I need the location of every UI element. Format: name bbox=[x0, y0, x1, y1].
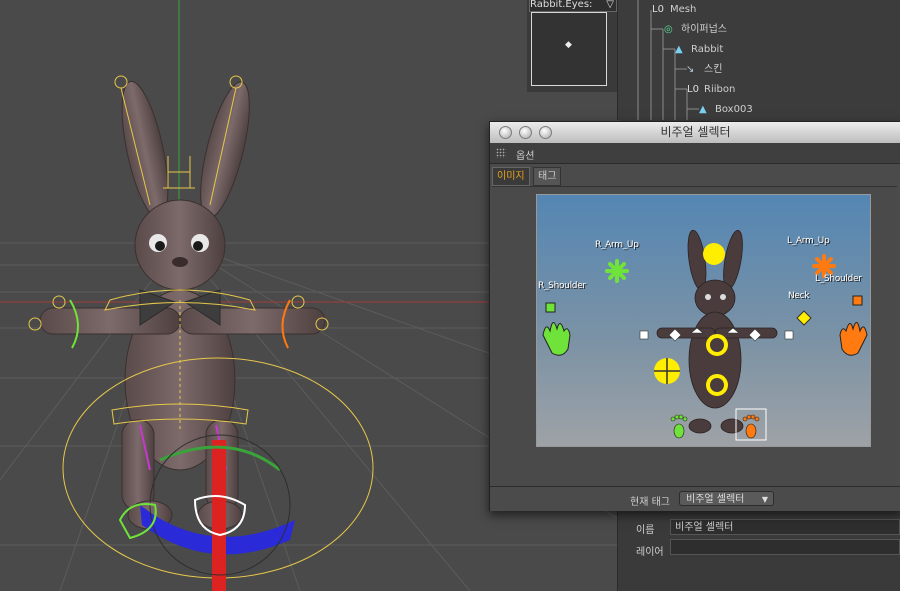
label-neck: Neck bbox=[788, 291, 810, 301]
tree-item-rabbit[interactable]: ▲ Rabbit bbox=[618, 40, 900, 59]
object-manager: L0 Mesh ◎ 하이퍼넙스 ▲ Rabbit ↘ 스킨 L0 Riibon … bbox=[617, 0, 900, 120]
r-shoulder-hotspot-icon[interactable] bbox=[545, 302, 556, 313]
l-shoulder-hotspot-icon[interactable] bbox=[852, 295, 863, 306]
grip-icon[interactable] bbox=[496, 148, 506, 158]
tree-item-label: Rabbit bbox=[691, 44, 724, 55]
tree-item-label: Riibon bbox=[704, 84, 736, 95]
neck-hotspot-icon[interactable] bbox=[703, 243, 725, 265]
neck-diamond-icon[interactable] bbox=[796, 310, 812, 326]
tree-item-mesh[interactable]: L0 Mesh bbox=[618, 0, 900, 19]
preview-panel: Rabbit.Eyes: ▽ ◆ bbox=[527, 0, 617, 92]
current-tag-label: 현재 태그 bbox=[630, 497, 670, 508]
window-footer: 현재 태그 비주얼 셀렉터 ▼ bbox=[490, 486, 900, 511]
l-arm-up-hotspot-icon[interactable] bbox=[812, 254, 836, 278]
diamond-icon: ◆ bbox=[565, 40, 572, 50]
label-r-shoulder: R_Shoulder bbox=[538, 281, 586, 291]
label-r-arm-up: R_Arm_Up bbox=[595, 240, 639, 250]
layer-label: 레이어 bbox=[636, 547, 664, 558]
tree-item-skin[interactable]: ↘ 스킨 bbox=[618, 60, 900, 79]
label-l-arm-up: L_Arm_Up bbox=[787, 236, 830, 246]
name-label: 이름 bbox=[636, 525, 655, 536]
chevron-down-icon: ▼ bbox=[761, 495, 768, 504]
preview-title: Rabbit.Eyes: bbox=[530, 0, 593, 10]
selector-image: R_Arm_Up L_Arm_Up R_Shoulder L_Shoulder … bbox=[536, 194, 871, 447]
r-foot-hotspot-icon[interactable] bbox=[670, 414, 688, 439]
preview-box: ◆ bbox=[531, 12, 607, 86]
name-field[interactable]: 비주얼 셀렉터 bbox=[670, 519, 900, 535]
skin-icon: ↘ bbox=[686, 64, 695, 75]
preview-header[interactable]: Rabbit.Eyes: ▽ bbox=[529, 0, 617, 12]
image-tab-content: R_Arm_Up L_Arm_Up R_Shoulder L_Shoulder … bbox=[492, 186, 897, 487]
layer-field[interactable] bbox=[670, 539, 900, 555]
r-arm-up-hotspot-icon[interactable] bbox=[605, 259, 629, 283]
menu-options[interactable]: 옵션 bbox=[516, 147, 534, 162]
current-tag-value: 비주얼 셀렉터 bbox=[686, 494, 745, 505]
window-title: 비주얼 셀렉터 bbox=[660, 125, 731, 139]
root-hotspot-icon[interactable] bbox=[654, 358, 680, 384]
tab-tag[interactable]: 태그 bbox=[533, 167, 562, 186]
polygon-object-icon: ▲ bbox=[699, 104, 707, 115]
hypernurbs-icon: ◎ bbox=[664, 24, 673, 35]
tree-item-label: 스킨 bbox=[704, 64, 723, 75]
l-hand-hotspot-icon[interactable] bbox=[839, 322, 868, 356]
label-l-shoulder: L_Shoulder bbox=[815, 274, 862, 284]
tree-item-label: Mesh bbox=[670, 4, 697, 15]
polygon-object-icon: ▲ bbox=[675, 44, 683, 55]
tab-bar: 이미지 태그 bbox=[490, 166, 900, 186]
selector-scene bbox=[542, 229, 868, 441]
null-object-icon: L0 bbox=[687, 84, 699, 95]
tab-image[interactable]: 이미지 bbox=[492, 167, 530, 186]
current-tag-select[interactable]: 비주얼 셀렉터 ▼ bbox=[679, 491, 774, 506]
chevron-down-icon: ▽ bbox=[606, 0, 614, 10]
tree-item-riibon[interactable]: L0 Riibon bbox=[618, 80, 900, 99]
tree-item-label: 하이퍼넙스 bbox=[681, 24, 727, 35]
attributes-panel: 이름 비주얼 셀렉터 레이어 bbox=[617, 505, 900, 591]
tree-item-label: Box003 bbox=[715, 104, 753, 115]
r-hand-hotspot-icon[interactable] bbox=[542, 322, 571, 356]
null-object-icon: L0 bbox=[652, 4, 664, 15]
tree-item-box003[interactable]: ▲ Box003 bbox=[618, 100, 900, 119]
l-foot-hotspot-icon[interactable] bbox=[742, 414, 760, 439]
menu-bar: 옵션 bbox=[490, 143, 900, 164]
window-titlebar[interactable]: 비주얼 셀렉터 bbox=[490, 122, 900, 144]
visual-selector-window: 비주얼 셀렉터 옵션 이미지 태그 R_Arm_Up L_Arm_Up R_Sh… bbox=[489, 121, 900, 511]
tree-item-hypernurbs[interactable]: ◎ 하이퍼넙스 bbox=[618, 20, 900, 39]
